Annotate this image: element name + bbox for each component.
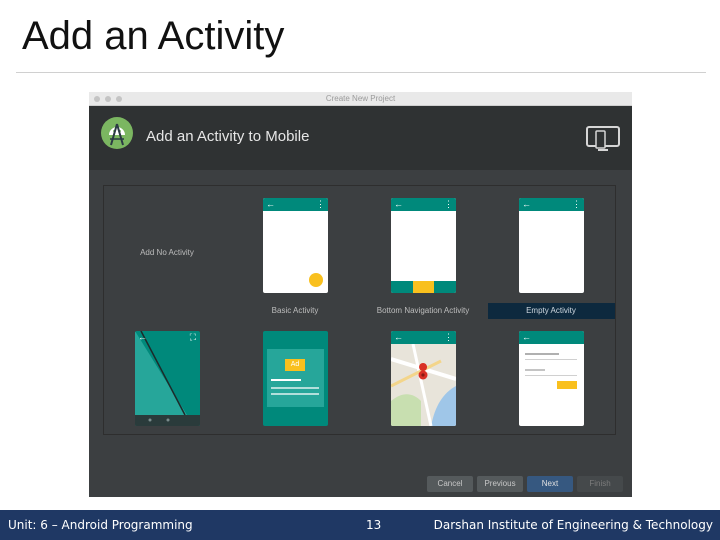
more-menu-icon: ⋮ bbox=[444, 199, 453, 209]
fullscreen-icon: ⛶ bbox=[189, 332, 196, 342]
bottom-navigation-preview: ← ⋮ bbox=[391, 198, 456, 293]
ad-text-line bbox=[271, 387, 319, 389]
login-activity-preview: ← bbox=[519, 331, 584, 426]
cancel-button[interactable]: Cancel bbox=[427, 476, 473, 492]
title-divider bbox=[16, 72, 706, 73]
back-arrow-icon: ← bbox=[266, 199, 275, 209]
previous-button[interactable]: Previous bbox=[477, 476, 523, 492]
create-project-dialog: Create New Project Add an Activity to Mo… bbox=[89, 92, 632, 497]
more-menu-icon: ⋮ bbox=[444, 332, 453, 342]
slide-footer: Unit: 6 – Android Programming 13 Darshan… bbox=[0, 510, 720, 540]
back-arrow-icon: ← bbox=[522, 199, 531, 209]
dialog-header: Add an Activity to Mobile bbox=[89, 106, 632, 170]
window-title: Create New Project bbox=[325, 94, 396, 103]
tile-basic-activity[interactable]: ← ⋮ Basic Activity bbox=[232, 186, 358, 316]
footer-page-number: 13 bbox=[366, 518, 382, 532]
android-studio-logo-icon bbox=[101, 117, 133, 149]
finish-button[interactable]: Finish bbox=[577, 476, 623, 492]
ad-text-line bbox=[271, 393, 319, 395]
footer-institute: Darshan Institute of Engineering & Techn… bbox=[433, 518, 713, 532]
device-form-factor-icon bbox=[586, 126, 620, 151]
admob-activity-preview: Ad bbox=[263, 331, 328, 426]
ad-text-line bbox=[271, 379, 301, 381]
back-arrow-icon: ← bbox=[394, 199, 403, 209]
password-field-dots bbox=[525, 369, 545, 371]
sign-in-button bbox=[557, 381, 577, 389]
maps-activity-preview: ← ⋮ bbox=[391, 331, 456, 426]
tile-google-maps-activity[interactable]: ← ⋮ bbox=[360, 321, 486, 435]
back-arrow-icon: ← bbox=[394, 332, 403, 342]
more-menu-icon: ⋮ bbox=[316, 199, 325, 209]
tile-empty-activity[interactable]: ← ⋮ Empty Activity bbox=[488, 186, 615, 319]
ad-card bbox=[267, 349, 324, 407]
ad-badge: Ad bbox=[285, 359, 305, 371]
tile-label: Basic Activity bbox=[271, 306, 319, 315]
tile-bottom-navigation-activity[interactable]: ← ⋮ Bottom Navigation Activity bbox=[360, 186, 486, 316]
footer-unit-label: Unit: 6 – Android Programming bbox=[8, 518, 193, 532]
empty-activity-preview: ← ⋮ bbox=[519, 198, 584, 293]
dialog-heading: Add an Activity to Mobile bbox=[146, 128, 310, 145]
fullscreen-activity-preview: ← ⛶ bbox=[135, 331, 200, 426]
tile-login-activity[interactable]: ← bbox=[488, 321, 615, 435]
dialog-button-bar: Cancel Previous Next Finish bbox=[89, 469, 632, 497]
basic-activity-preview: ← ⋮ bbox=[263, 198, 328, 293]
tile-add-no-activity[interactable]: Add No Activity bbox=[104, 186, 230, 316]
bottom-nav-selected-item bbox=[413, 281, 434, 293]
fab-icon bbox=[309, 273, 323, 287]
tile-label: Add No Activity bbox=[140, 248, 194, 257]
tile-label: Empty Activity bbox=[526, 306, 576, 315]
back-arrow-icon: ← bbox=[138, 332, 147, 342]
email-field-line bbox=[525, 353, 559, 355]
password-field-underline bbox=[525, 375, 577, 376]
tile-admob-ads-activity[interactable]: Ad bbox=[232, 321, 358, 435]
tile-label: Bottom Navigation Activity bbox=[376, 306, 470, 315]
slide-title: Add an Activity bbox=[22, 14, 285, 58]
activity-gallery: Add No Activity ← ⋮ Basic Activity ← ⋮ Bot… bbox=[103, 185, 616, 435]
tile-fullscreen-activity[interactable]: ← ⛶ bbox=[104, 321, 230, 435]
email-field-underline bbox=[525, 359, 577, 360]
window-titlebar: Create New Project bbox=[89, 92, 632, 106]
back-arrow-icon: ← bbox=[522, 332, 531, 342]
next-button[interactable]: Next bbox=[527, 476, 573, 492]
more-menu-icon: ⋮ bbox=[572, 199, 581, 209]
